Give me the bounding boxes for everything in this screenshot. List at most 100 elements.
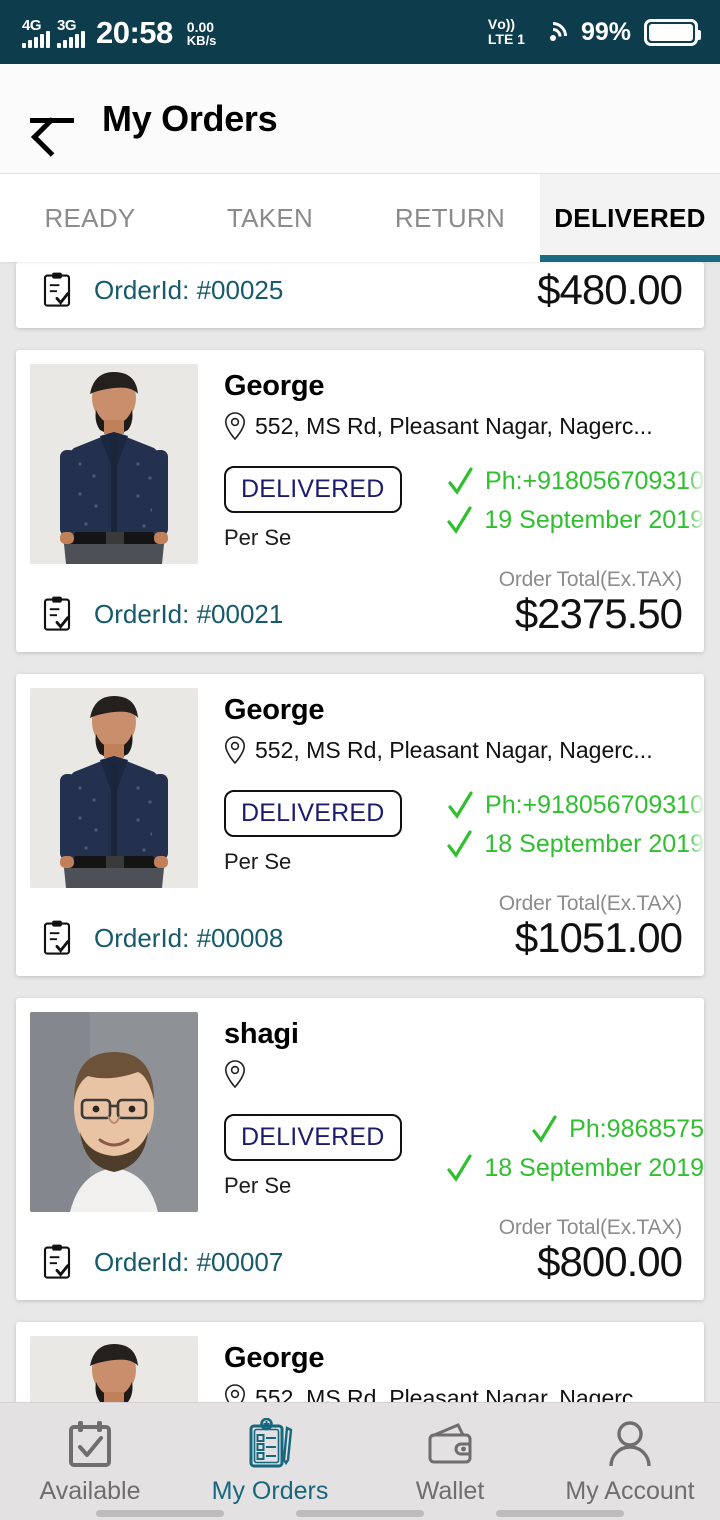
date-row: 18 September 2019 xyxy=(446,829,704,859)
customer-address: 552, MS Rd, Pleasant Nagar, Nagerc... xyxy=(255,1384,653,1402)
verified-column: Ph:+918056709310 19 September 2019 xyxy=(402,466,704,535)
wallet-icon xyxy=(428,1422,472,1463)
address-row: 552, MS Rd, Pleasant Nagar, Nagerc... xyxy=(224,412,704,441)
home-indicator xyxy=(0,1510,720,1517)
customer-name: George xyxy=(224,370,325,403)
order-info: shagi DELIVERED Per Se Ph:9868575 18 Sep… xyxy=(198,1012,704,1212)
date-row: 19 September 2019 xyxy=(446,505,704,535)
location-pin-icon xyxy=(224,412,246,441)
clipboard-check-icon xyxy=(43,272,71,307)
order-id-label: OrderId: #00021 xyxy=(94,598,284,629)
wifi-icon xyxy=(533,16,573,56)
order-thumbnail xyxy=(30,1012,198,1213)
customer-phone[interactable]: Ph:+918056709310 xyxy=(485,791,704,820)
nav-label-available: Available xyxy=(39,1476,141,1505)
order-sub-label: Per Se xyxy=(224,525,292,551)
order-id-row: OrderId: #00025 xyxy=(42,272,537,312)
signal-3g: 3G xyxy=(57,16,85,48)
volte-bottom-label: LTE 1 xyxy=(487,31,525,47)
order-meta: DELIVERED Per Se Ph:+918056709310 xyxy=(224,688,704,889)
app-header: My Orders xyxy=(0,64,720,174)
volte-top-label: Vо)) xyxy=(487,16,516,32)
status-column: DELIVERED Per Se xyxy=(224,790,402,875)
nav-label-my-account: My Account xyxy=(565,1476,695,1505)
signal-4g: 4G xyxy=(22,16,50,48)
back-arrow-icon[interactable] xyxy=(30,100,76,138)
order-meta: DELIVERED Per Se Ph:+918056709310 xyxy=(224,364,704,565)
status-bar-right: Vо)) LTE 1 99% xyxy=(487,16,701,56)
order-total-label: Order Total(Ex.TAX) xyxy=(498,568,683,592)
address-row: 552, MS Rd, Pleasant Nagar, Nagerc... xyxy=(224,736,704,765)
customer-name: shagi xyxy=(224,1018,299,1051)
order-status-tabs: READY TAKEN RETURN DELIVERED xyxy=(0,174,720,262)
order-card-footer: OrderId: #00008 Order Total(Ex.TAX) $105… xyxy=(16,890,704,976)
order-info: George 552, MS Rd, Pleasant Nagar, Nager… xyxy=(198,364,704,565)
order-card[interactable]: George 552, MS Rd, Pleasant Nagar, Nager… xyxy=(16,674,704,977)
clipboard-list-icon xyxy=(249,1417,293,1467)
order-meta: DELIVERED Per Se Ph:9868575 18 September… xyxy=(224,1114,704,1199)
customer-phone[interactable]: Ph:+918056709310 xyxy=(485,467,704,496)
order-info: George 552, MS Rd, Pleasant Nagar, Nager… xyxy=(198,1336,704,1402)
nav-item-my-orders[interactable]: My Orders xyxy=(180,1403,360,1520)
data-rate-value: 0.00 xyxy=(186,18,215,35)
check-icon xyxy=(448,467,473,495)
orders-list[interactable]: OrderId: #00025 $480.00 George 552, MS R… xyxy=(0,262,720,1402)
nav-label-wallet: Wallet xyxy=(415,1476,485,1505)
signal-bars-icon xyxy=(22,30,50,48)
order-card[interactable]: George 552, MS Rd, Pleasant Nagar, Nager… xyxy=(16,1322,704,1402)
order-total-block: Order Total(Ex.TAX) $1051.00 xyxy=(498,892,683,960)
order-id-row: OrderId: #00008 xyxy=(42,920,499,960)
status-bar-left: 4G 3G 20:58 0.00 KB/s xyxy=(22,17,216,48)
status-badge: DELIVERED xyxy=(224,790,402,838)
phone-row: Ph:9868575 xyxy=(531,1114,704,1144)
order-total-block: $480.00 xyxy=(537,267,683,312)
page-title: My Orders xyxy=(102,97,278,139)
status-bar-clock: 20:58 xyxy=(96,14,173,50)
status-bar: 4G 3G 20:58 0.00 KB/s Vо)) LTE 1 99% xyxy=(0,0,720,64)
order-thumbnail xyxy=(30,688,198,889)
network-label-3g: 3G xyxy=(57,16,77,34)
order-id-label: OrderId: #00008 xyxy=(94,922,284,953)
order-card-body: George 552, MS Rd, Pleasant Nagar, Nager… xyxy=(16,350,704,565)
shirt-model-photo xyxy=(30,1336,198,1402)
nav-item-my-account[interactable]: My Account xyxy=(540,1403,720,1520)
order-info: George 552, MS Rd, Pleasant Nagar, Nager… xyxy=(198,688,704,889)
battery-icon xyxy=(644,18,701,46)
user-icon xyxy=(609,1420,651,1466)
location-pin-icon xyxy=(224,1060,246,1089)
text-overflow-fade xyxy=(686,688,704,889)
tab-return[interactable]: RETURN xyxy=(360,174,540,262)
text-overflow-fade xyxy=(686,364,704,565)
order-card-footer: OrderId: #00021 Order Total(Ex.TAX) $237… xyxy=(16,566,704,652)
phone-row: Ph:+918056709310 xyxy=(447,790,704,820)
check-icon xyxy=(447,1154,472,1183)
tab-ready[interactable]: READY xyxy=(0,174,180,262)
order-total-label: Order Total(Ex.TAX) xyxy=(498,1216,683,1240)
nav-item-available[interactable]: Available xyxy=(0,1403,180,1520)
nav-item-wallet[interactable]: Wallet xyxy=(360,1403,540,1520)
order-card[interactable]: George 552, MS Rd, Pleasant Nagar, Nager… xyxy=(16,350,704,653)
order-sub-label: Per Se xyxy=(224,1173,292,1199)
order-amount: $2375.50 xyxy=(514,590,683,638)
date-row: 18 September 2019 xyxy=(446,1153,704,1183)
signal-bars-icon xyxy=(57,30,85,48)
network-label-4g: 4G xyxy=(22,16,42,34)
app-root: 4G 3G 20:58 0.00 KB/s Vо)) LTE 1 99% My … xyxy=(0,0,720,1520)
phone-row: Ph:+918056709310 xyxy=(447,466,704,496)
status-badge: DELIVERED xyxy=(224,466,402,514)
delivery-date: 19 September 2019 xyxy=(484,505,704,534)
customer-address: 552, MS Rd, Pleasant Nagar, Nagerc... xyxy=(255,412,653,439)
check-icon xyxy=(447,830,472,859)
customer-phone[interactable]: Ph:9868575 xyxy=(569,1115,704,1144)
check-icon xyxy=(447,506,472,534)
location-pin-icon xyxy=(224,1384,246,1402)
status-column: DELIVERED Per Se xyxy=(224,466,402,551)
tab-taken[interactable]: TAKEN xyxy=(180,174,360,262)
order-total-label: Order Total(Ex.TAX) xyxy=(498,892,683,916)
order-card-footer: OrderId: #00025 $480.00 xyxy=(16,264,704,328)
order-sub-label: Per Se xyxy=(224,849,292,875)
bottom-navigation: Available My Orders Wallet My Account xyxy=(0,1402,720,1520)
order-card[interactable]: OrderId: #00025 $480.00 xyxy=(16,262,704,329)
order-card[interactable]: shagi DELIVERED Per Se Ph:9868575 18 Sep… xyxy=(16,998,704,1301)
tab-delivered[interactable]: DELIVERED xyxy=(540,174,720,262)
